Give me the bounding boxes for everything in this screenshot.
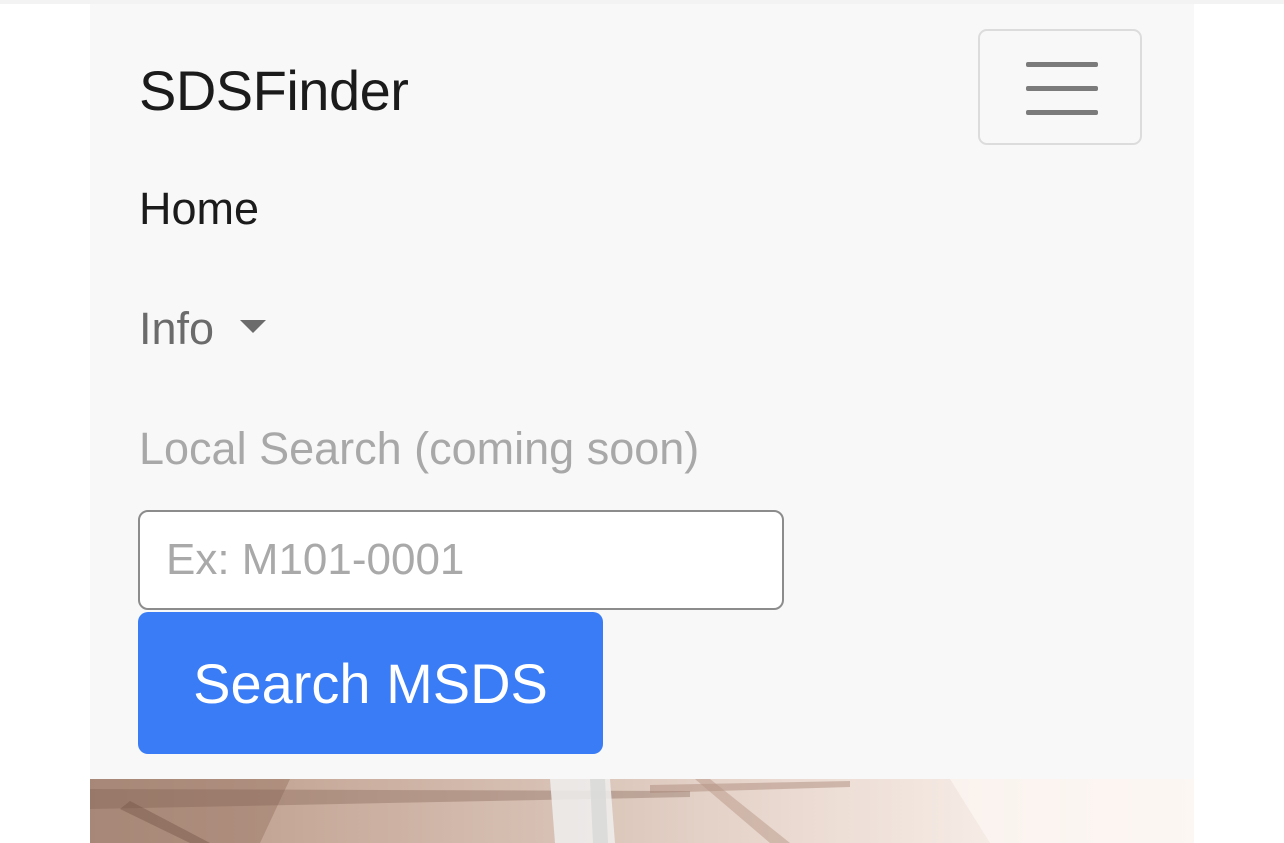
navbar: SDSFinder Home Info Local Search (coming… xyxy=(90,4,1194,779)
nav-link-home-label: Home xyxy=(139,183,260,234)
search-msds-button[interactable]: Search MSDS xyxy=(138,612,603,754)
local-search-label: Local Search (coming soon) xyxy=(139,423,700,474)
search-input[interactable] xyxy=(138,510,784,610)
nav-dropdown-info[interactable]: Info xyxy=(139,302,267,356)
nav-link-home[interactable]: Home xyxy=(139,182,259,236)
caret-down-icon xyxy=(240,319,267,333)
brand-logo-text[interactable]: SDSFinder xyxy=(139,58,409,124)
page: SDSFinder Home Info Local Search (coming… xyxy=(0,0,1284,843)
hero-image xyxy=(90,779,1194,843)
navbar-toggler-button[interactable] xyxy=(978,29,1142,145)
nav-dropdown-info-label: Info xyxy=(139,303,215,354)
